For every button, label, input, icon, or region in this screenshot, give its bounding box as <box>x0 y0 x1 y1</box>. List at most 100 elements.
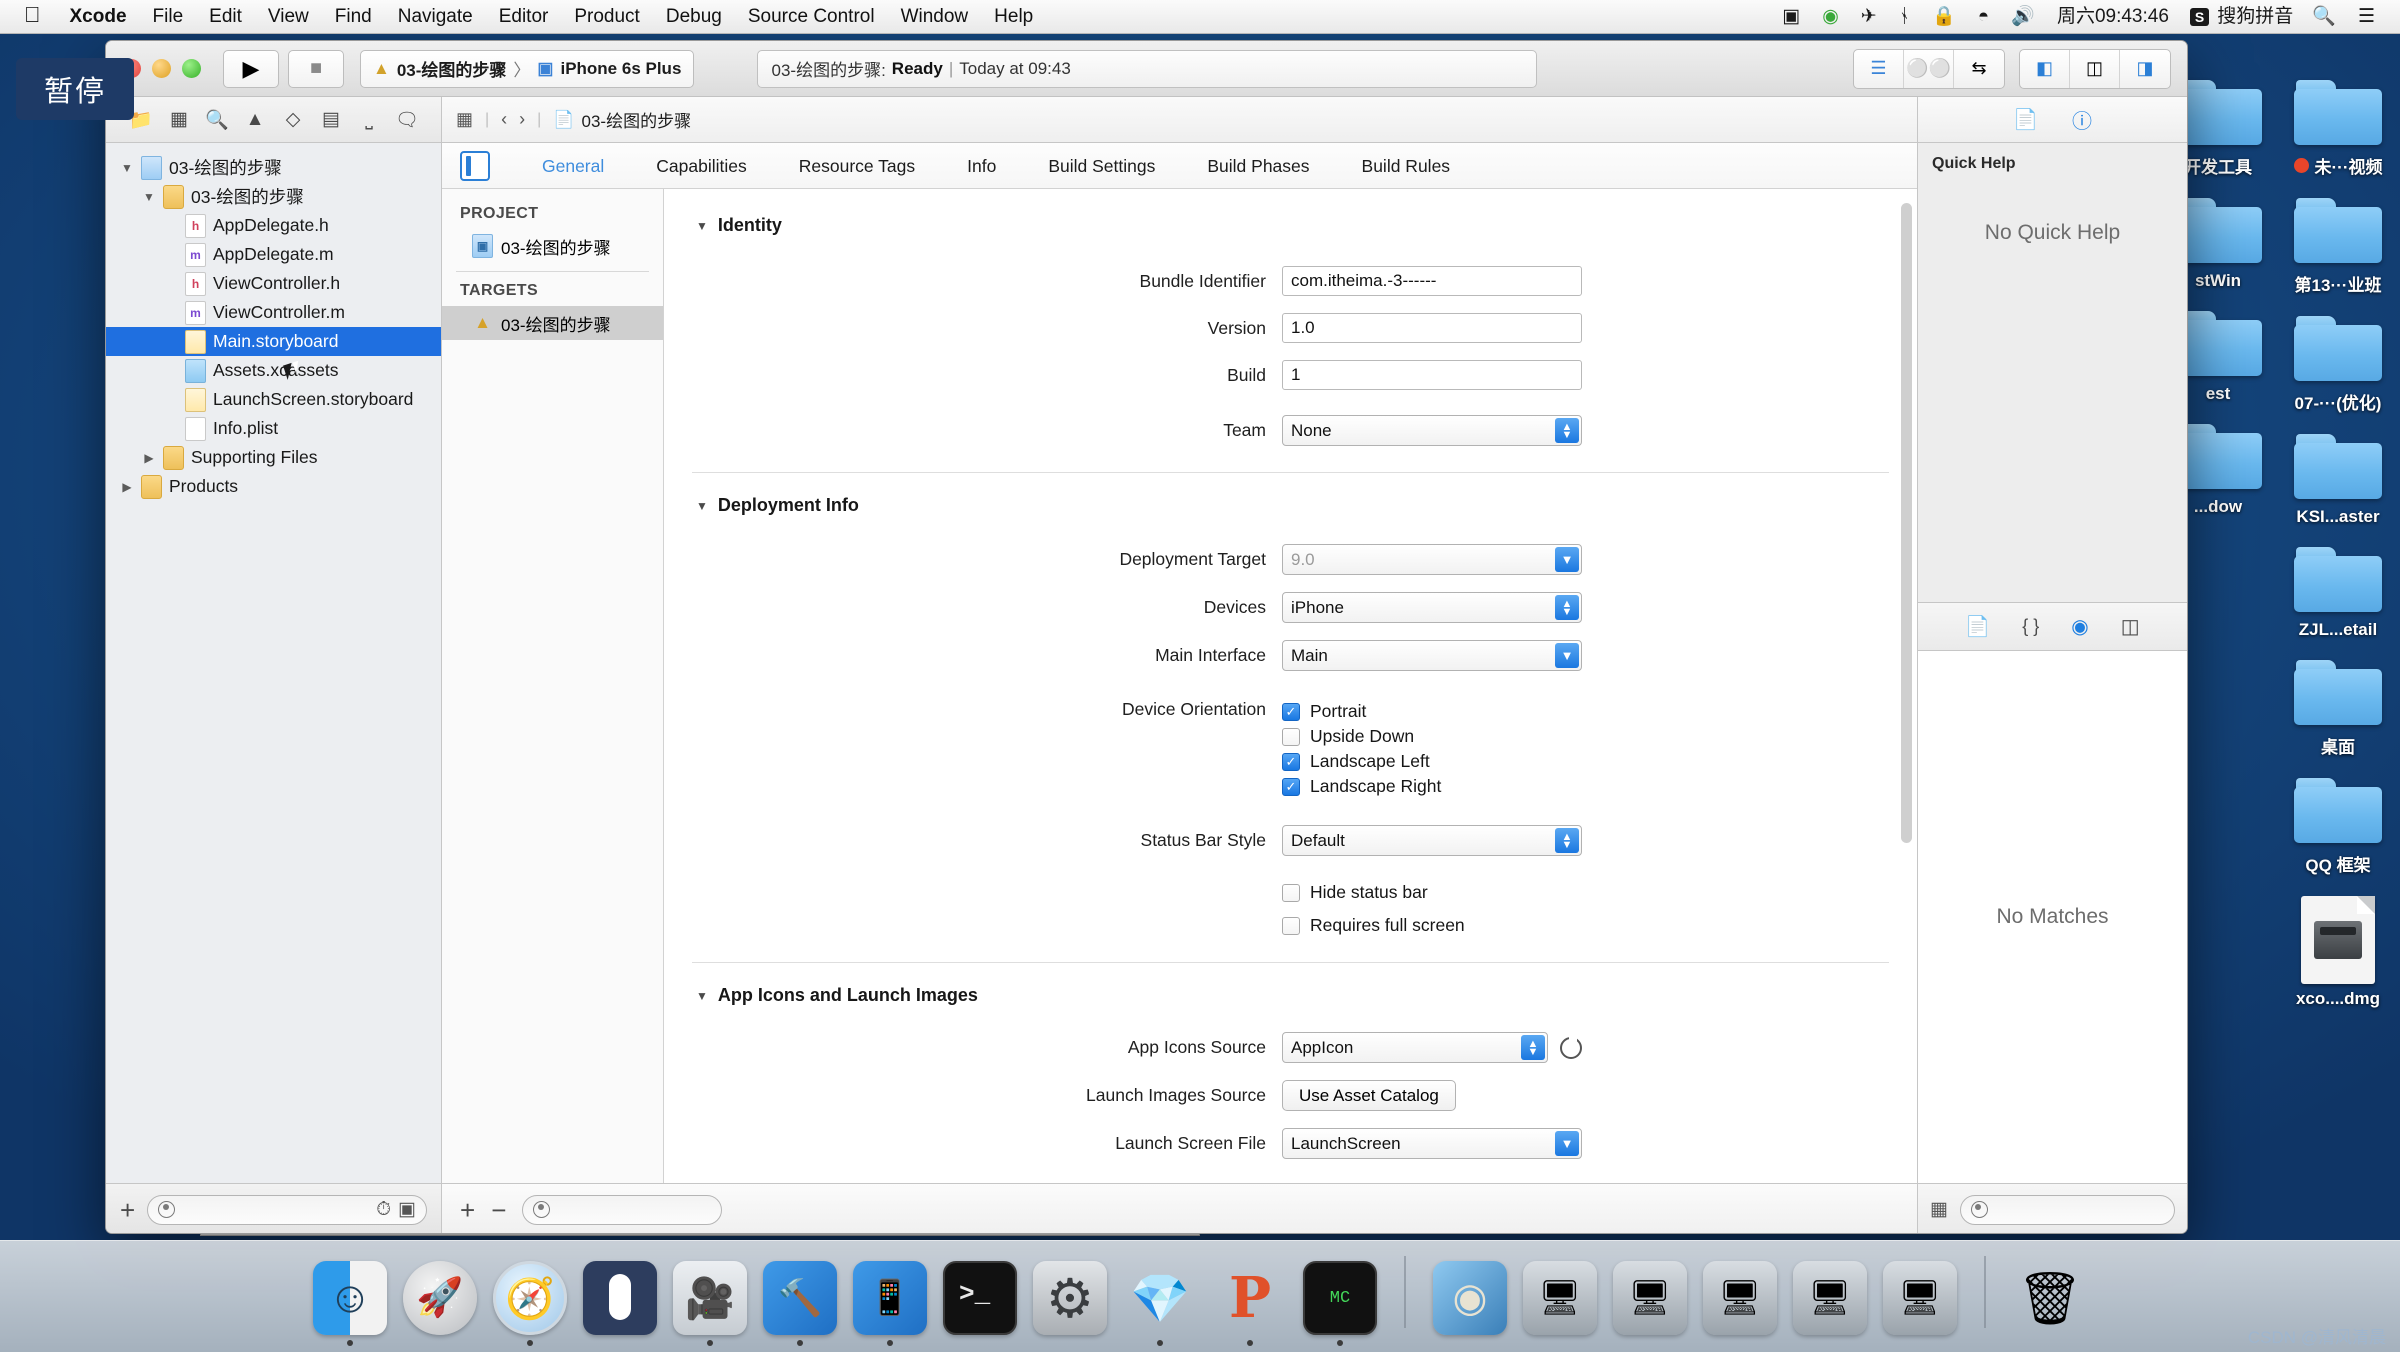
menu-item-find[interactable]: Find <box>322 0 385 34</box>
navigator-row-Info.plist[interactable]: Info.plist <box>106 414 441 443</box>
menu-item-edit[interactable]: Edit <box>196 0 255 34</box>
add-file-button[interactable]: + <box>120 1197 135 1223</box>
deployment-info-section-header[interactable]: ▼ Deployment Info <box>664 495 1917 516</box>
object-library-icon[interactable]: ◉ <box>2071 614 2088 639</box>
navigator-row-ViewController.m[interactable]: m ViewController.m <box>106 298 441 327</box>
menubar-clock[interactable]: 周六09:43:46 <box>2046 0 2180 34</box>
airplane-icon[interactable]: ✈ <box>1850 0 1888 34</box>
menu-item-editor[interactable]: Editor <box>486 0 562 34</box>
dock-item-system-preferences[interactable] <box>1032 1246 1108 1346</box>
project-list-item[interactable]: ▣ 03-绘图的步骤 <box>442 229 663 263</box>
quick-help-icon[interactable]: ⓘ <box>2072 105 2092 134</box>
bundle-identifier-input[interactable]: com.itheima.-3------ <box>1282 266 1582 296</box>
navigator-row-LaunchScreen.storyboard[interactable]: LaunchScreen.storyboard <box>106 385 441 414</box>
menu-item-navigate[interactable]: Navigate <box>385 0 486 34</box>
desktop-item-KSIaster[interactable]: KSI...aster <box>2282 434 2394 527</box>
screen-record-icon[interactable]: ▣ <box>1771 0 1811 34</box>
apple-logo-icon[interactable]:  <box>14 0 57 34</box>
code-snippet-library-icon[interactable]: { } <box>2022 616 2039 637</box>
team-select[interactable]: None ▲ ▼ <box>1282 415 1582 446</box>
navigator-row-AppDelegate.h[interactable]: h AppDelegate.h <box>106 211 441 240</box>
orientation-checkbox-upside-down[interactable]: Upside Down <box>1282 724 1582 749</box>
version-editor-icon[interactable]: ⇆ <box>1954 50 2004 88</box>
search-icon[interactable]: 🔍 <box>2301 0 2347 34</box>
chevron-left-icon[interactable]: ‹ <box>501 109 507 130</box>
disclosure-triangle-icon[interactable]: ▶ <box>120 480 134 494</box>
test-navigator-icon[interactable]: ◇ <box>274 101 312 139</box>
dock-item-quicktime-player[interactable] <box>672 1246 748 1346</box>
navigator-row-Supporting-Files[interactable]: ▶ Supporting Files <box>106 443 441 472</box>
orientation-checkbox-portrait[interactable]: ✓ Portrait <box>1282 699 1582 724</box>
menu-item-help[interactable]: Help <box>981 0 1046 34</box>
maximize-button[interactable] <box>182 59 201 78</box>
play-circle-icon[interactable]: ◉ <box>1811 0 1850 34</box>
target-list-item[interactable]: ▲ 03-绘图的步骤 <box>442 306 663 340</box>
dock-item-paw[interactable] <box>1212 1246 1288 1346</box>
dock-item-xcode-beta[interactable] <box>852 1246 928 1346</box>
menu-item-file[interactable]: File <box>140 0 197 34</box>
desktop-item-xcodmg[interactable]: xco....dmg <box>2282 896 2394 1009</box>
toggle-project-list-icon[interactable] <box>460 150 490 181</box>
toggle-utilities-icon[interactable]: ◨ <box>2120 50 2170 88</box>
clock-icon[interactable]: ⏱ <box>376 1199 391 1221</box>
orientation-checkbox-landscape-right[interactable]: ✓ Landscape Right <box>1282 774 1582 799</box>
dock-item-window-3[interactable] <box>1702 1246 1778 1346</box>
deployment-target-select[interactable]: 9.0 ▼ <box>1282 544 1582 575</box>
symbol-navigator-icon[interactable]: ▦ <box>160 101 198 139</box>
file-inspector-icon[interactable]: 📄 <box>2013 107 2038 132</box>
grid-icon[interactable]: ▦ <box>1930 1198 1948 1221</box>
navigator-row-Products[interactable]: ▶ Products <box>106 472 441 501</box>
editor-scrollbar[interactable] <box>1901 203 1912 843</box>
stop-button[interactable]: ■ <box>288 49 344 88</box>
tab-build-settings[interactable]: Build Settings <box>1022 143 1181 189</box>
menu-item-product[interactable]: Product <box>561 0 652 34</box>
dock-item-mac-app[interactable] <box>1302 1246 1378 1346</box>
debug-navigator-icon[interactable]: ▤ <box>312 101 350 139</box>
devices-select[interactable]: iPhone ▲ ▼ <box>1282 592 1582 623</box>
add-target-button[interactable]: + <box>460 1197 475 1223</box>
hide-status-bar-checkbox[interactable]: Hide status bar <box>1282 880 1582 905</box>
tab-info[interactable]: Info <box>941 143 1022 189</box>
desktop-item-桌面[interactable]: 桌面 <box>2282 660 2394 758</box>
app-icons-section-header[interactable]: ▼ App Icons and Launch Images <box>664 985 1917 1006</box>
lock-icon[interactable]: 🔒 <box>1921 0 1967 34</box>
desktop-item-未视频[interactable]: 未···视频 <box>2282 80 2394 178</box>
menu-item-window[interactable]: Window <box>888 0 982 34</box>
dock-item-sketch[interactable] <box>1122 1246 1198 1346</box>
search-navigator-icon[interactable]: 🔍 <box>198 101 236 139</box>
main-interface-select[interactable]: Main ▼ <box>1282 640 1582 671</box>
minimize-button[interactable] <box>152 59 171 78</box>
dock-item-trash[interactable] <box>2012 1246 2088 1346</box>
tab-resource-tags[interactable]: Resource Tags <box>773 143 941 189</box>
bluetooth-icon[interactable]: ᛀ <box>1888 0 1921 34</box>
dock-item-finder[interactable] <box>312 1246 388 1346</box>
desktop-item-第13业班[interactable]: 第13···业班 <box>2282 198 2394 296</box>
navigator-filter-input[interactable]: ⏱ ▣ <box>147 1194 427 1225</box>
dock-item-mindmanager[interactable] <box>1432 1246 1508 1346</box>
navigator-row-Assets.xcassets[interactable]: Assets.xcassets <box>106 356 441 385</box>
remove-target-button[interactable]: − <box>491 1197 506 1223</box>
file-template-library-icon[interactable]: 📄 <box>1965 614 1990 639</box>
menu-item-debug[interactable]: Debug <box>653 0 735 34</box>
disclosure-triangle-icon[interactable]: ▶ <box>142 451 156 465</box>
tab-capabilities[interactable]: Capabilities <box>630 143 772 189</box>
menu-item-xcode[interactable]: Xcode <box>57 0 140 34</box>
build-input[interactable]: 1 <box>1282 360 1582 390</box>
issue-navigator-icon[interactable]: ▲ <box>236 101 274 139</box>
orientation-checkbox-landscape-left[interactable]: ✓ Landscape Left <box>1282 749 1582 774</box>
dock-item-window-5[interactable] <box>1882 1246 1958 1346</box>
disclosure-triangle-icon[interactable]: ▼ <box>142 190 156 204</box>
dock-item-window-1[interactable] <box>1522 1246 1598 1346</box>
desktop-item-07优化[interactable]: 07-···(优化) <box>2282 316 2394 414</box>
tab-general[interactable]: General <box>516 143 630 189</box>
run-button[interactable]: ▶ <box>223 49 279 88</box>
requires-full-screen-checkbox[interactable]: Requires full screen <box>1282 913 1582 938</box>
navigator-row-03-绘图的步骤[interactable]: ▼ 03-绘图的步骤 <box>106 153 441 182</box>
report-navigator-icon[interactable]: 🗨 <box>388 101 426 139</box>
related-items-icon[interactable]: ▦ <box>456 109 473 130</box>
breakpoint-navigator-icon[interactable]: ⎵ <box>350 101 388 139</box>
notification-center-icon[interactable]: ☰ <box>2347 0 2386 34</box>
scheme-selector[interactable]: ▲ 03-绘图的步骤 〉 ▣ iPhone 6s Plus <box>360 49 695 88</box>
desktop-item-QQ框架[interactable]: QQ 框架 <box>2282 778 2394 876</box>
volume-icon[interactable]: 🔊 <box>2000 0 2046 34</box>
